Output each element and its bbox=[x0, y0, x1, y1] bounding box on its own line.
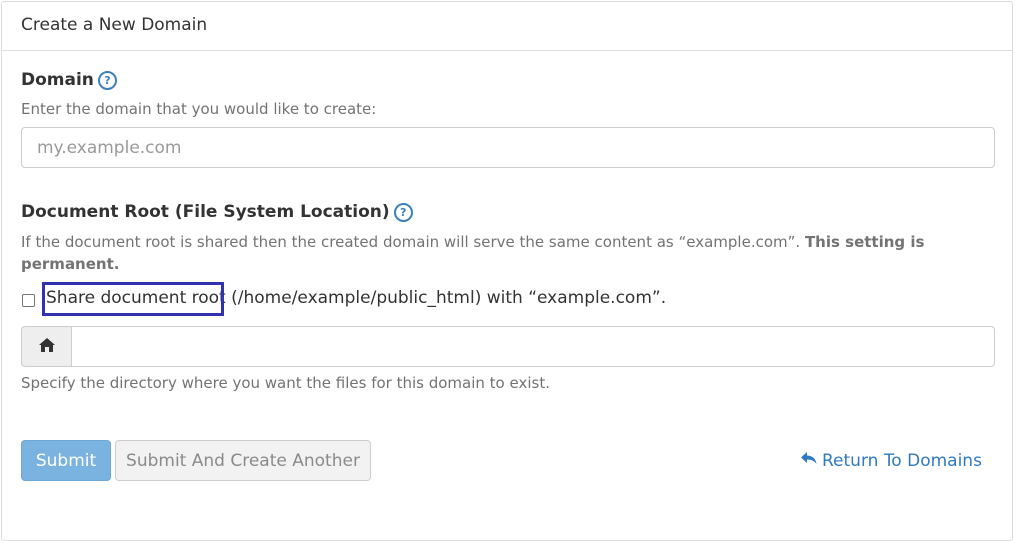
submit-button[interactable]: Submit bbox=[21, 440, 111, 481]
share-docroot-label-path: (/home/example/public_html) with “exampl… bbox=[225, 288, 667, 308]
share-docroot-checkbox[interactable] bbox=[22, 294, 35, 307]
docroot-description-text: If the document root is shared then the … bbox=[21, 233, 805, 251]
return-to-domains-label: Return To Domains bbox=[822, 450, 982, 471]
docroot-label: Document Root (File System Location) bbox=[21, 202, 390, 222]
domain-label: Domain bbox=[21, 70, 94, 90]
docroot-path-help: Specify the directory where you want the… bbox=[21, 374, 550, 392]
domain-help-text: Enter the domain that you would like to … bbox=[21, 100, 377, 118]
docroot-description: If the document root is shared then the … bbox=[21, 231, 951, 275]
share-docroot-label[interactable]: Share document root (/home/example/publi… bbox=[46, 288, 666, 308]
document-root-input[interactable] bbox=[71, 326, 995, 367]
domain-input[interactable] bbox=[21, 127, 995, 168]
submit-and-create-another-button[interactable]: Submit And Create Another bbox=[115, 440, 371, 481]
home-icon bbox=[38, 337, 56, 357]
reply-arrow-icon bbox=[800, 450, 818, 471]
panel-title: Create a New Domain bbox=[2, 2, 1012, 51]
share-docroot-label-highlight: Share document root bbox=[46, 288, 226, 308]
question-circle-icon[interactable]: ? bbox=[393, 203, 413, 222]
return-to-domains-link[interactable]: Return To Domains bbox=[800, 450, 982, 471]
home-addon bbox=[21, 326, 72, 367]
question-circle-icon[interactable]: ? bbox=[97, 71, 117, 90]
domain-label-row: Domain? bbox=[21, 70, 117, 90]
docroot-label-row: Document Root (File System Location)? bbox=[21, 202, 413, 222]
